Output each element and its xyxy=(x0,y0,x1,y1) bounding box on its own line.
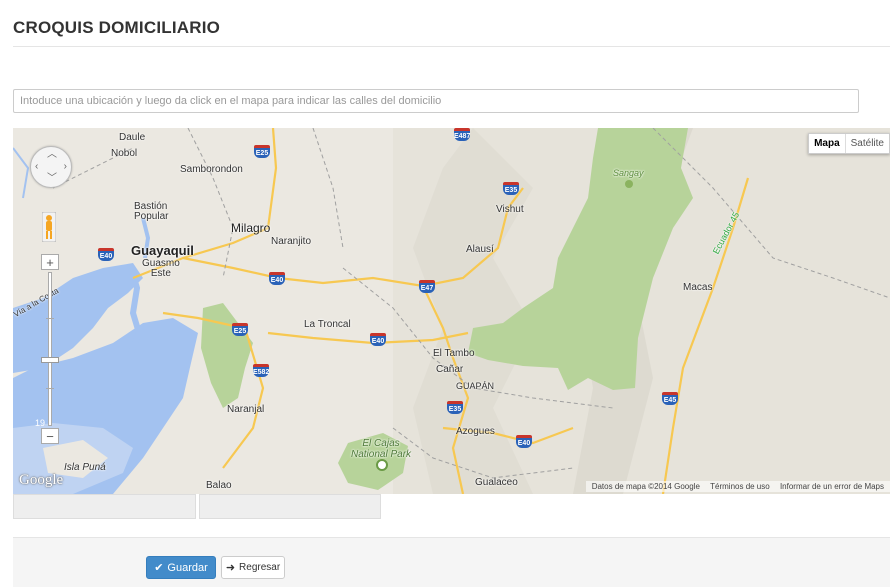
place-label: Isla Puná xyxy=(64,462,106,473)
street-view-pegman-icon[interactable] xyxy=(42,212,56,242)
place-label: Azogues xyxy=(456,426,495,437)
place-label: Vishut xyxy=(496,204,524,215)
report-error-link[interactable]: Informar de un error de Maps xyxy=(780,482,884,491)
map-data-attribution: Datos de mapa ©2014 Google xyxy=(591,482,700,491)
park-label: El Cajas National Park xyxy=(351,438,412,460)
map-canvas xyxy=(13,128,890,494)
place-label: El Tambo xyxy=(433,348,475,359)
highway-shield: E45 xyxy=(662,392,678,405)
chevron-up-icon[interactable]: ︿ xyxy=(47,150,57,160)
place-label: GUAPÁN xyxy=(456,381,495,391)
highway-shield: E40 xyxy=(269,272,285,285)
back-button[interactable]: ➜ Regresar xyxy=(221,556,285,579)
place-label: Nobol xyxy=(111,148,138,159)
arrow-right-icon: ➜ xyxy=(225,562,236,574)
place-label: Samborondon xyxy=(180,164,243,175)
zoom-out-button[interactable]: − xyxy=(41,428,59,444)
map-type-control: Mapa Satélite xyxy=(808,133,890,154)
place-label: Milagro xyxy=(231,221,271,235)
street-field-1[interactable] xyxy=(13,494,196,519)
chevron-down-icon[interactable]: ﹀ xyxy=(47,174,57,184)
highway-shield: E25 xyxy=(232,323,248,336)
zoom-slider-handle[interactable] xyxy=(41,357,59,363)
zoom-tick xyxy=(46,388,54,389)
place-label: Macas xyxy=(683,282,713,293)
form-actions-panel xyxy=(13,537,890,587)
place-label: 19 xyxy=(35,418,46,428)
place-label: La Troncal xyxy=(304,319,351,330)
save-button-label: Guardar xyxy=(167,561,208,574)
highway-shield: E582 xyxy=(253,364,269,377)
zoom-slider-track[interactable] xyxy=(48,272,52,426)
zoom-in-button[interactable]: + xyxy=(41,254,59,270)
map-type-mapa-button[interactable]: Mapa xyxy=(809,134,846,153)
highway-shield: E25 xyxy=(254,145,270,158)
location-search-input[interactable] xyxy=(13,89,859,113)
place-label: Daule xyxy=(119,132,146,143)
zoom-tick xyxy=(46,318,54,319)
park-label: Sangay xyxy=(613,168,644,178)
street-field-2[interactable] xyxy=(199,494,381,519)
chevron-left-icon[interactable]: ‹ xyxy=(35,162,38,172)
check-icon: ✔ xyxy=(154,562,164,574)
highway-shield: E47 xyxy=(419,280,435,293)
terms-link[interactable]: Términos de uso xyxy=(710,482,770,491)
place-label: Bastión Popular xyxy=(134,201,169,222)
map-footer: Datos de mapa ©2014 Google Términos de u… xyxy=(585,481,890,492)
map-type-satellite-button[interactable]: Satélite xyxy=(846,134,889,153)
map-view[interactable]: Daule Nobol Samborondon Bastión Popular … xyxy=(13,128,890,494)
place-label: Naranjal xyxy=(227,404,265,415)
highway-shield: E40 xyxy=(516,435,532,448)
place-label: Alausí xyxy=(466,244,494,255)
place-label: Gualaceo xyxy=(475,477,518,488)
page-title: CROQUIS DOMICILIARIO xyxy=(13,18,221,37)
google-logo: Google xyxy=(19,472,64,488)
highway-shield: E487 xyxy=(454,128,470,141)
place-label: Guasmo Este xyxy=(142,258,180,279)
highway-shield: E35 xyxy=(503,182,519,195)
save-button[interactable]: ✔ Guardar xyxy=(146,556,216,579)
chevron-right-icon[interactable]: › xyxy=(64,162,67,172)
pan-control[interactable]: ︿ ﹀ ‹ › xyxy=(30,146,72,188)
highway-shield: E35 xyxy=(447,401,463,414)
highway-shield: E40 xyxy=(370,333,386,346)
place-label: Cañar xyxy=(436,364,464,375)
place-label: Naranjito xyxy=(271,236,312,247)
title-divider xyxy=(13,46,890,47)
place-label: Guayaquil xyxy=(131,243,194,258)
highway-shield: E40 xyxy=(98,248,114,261)
back-button-label: Regresar xyxy=(239,562,281,573)
place-label: Balao xyxy=(206,480,232,491)
